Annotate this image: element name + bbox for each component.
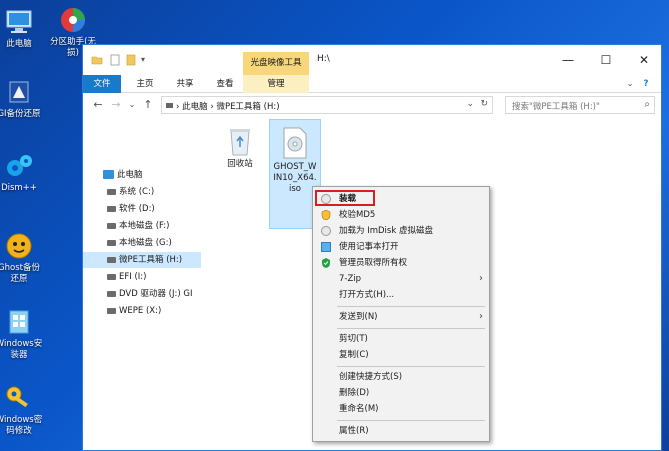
new-folder-icon[interactable] xyxy=(125,54,137,66)
context-menu: 装载 校验MD5 加载为 ImDisk 虚拟磁盘 使用记事本打开 管理员取得所有… xyxy=(312,186,490,442)
drive-icon xyxy=(107,240,116,246)
recent-dropdown-icon[interactable]: ⌄ xyxy=(125,98,139,112)
menu-item-open-notepad[interactable]: 使用记事本打开 xyxy=(315,239,487,255)
nav-item-drive-x[interactable]: WEPE (X:) xyxy=(83,303,201,319)
menu-item-delete[interactable]: 删除(D) xyxy=(315,385,487,401)
menu-item-7zip[interactable]: 7-Zip › xyxy=(315,271,487,287)
context-tab-group: 光盘映像工具 xyxy=(243,52,309,75)
menu-item-take-ownership[interactable]: 管理员取得所有权 xyxy=(315,255,487,271)
mount-highlight-box xyxy=(315,190,375,206)
menu-item-rename[interactable]: 重命名(M) xyxy=(315,401,487,417)
recycle-bin-icon xyxy=(230,129,250,156)
file-item-recycle-bin[interactable]: 回收站 xyxy=(215,125,265,170)
back-arrow-icon[interactable]: ← xyxy=(91,98,105,112)
drive-icon xyxy=(107,206,116,212)
refresh-icon[interactable]: ↻ xyxy=(480,99,488,109)
breadcrumb-this-pc[interactable]: 此电脑 xyxy=(182,102,208,112)
nav-item-drive-h[interactable]: 微PE工具箱 (H:) xyxy=(83,252,201,268)
desktop-icon-ghost[interactable]: Ghost备份还原 xyxy=(0,232,44,285)
address-bar[interactable]: › 此电脑 › 微PE工具箱 (H:) ⌄ ↻ xyxy=(161,96,493,114)
menu-item-properties[interactable]: 属性(R) xyxy=(315,423,487,439)
desktop-icon-backup-restore[interactable]: GI备份还原 xyxy=(0,78,44,120)
up-arrow-icon[interactable]: ↑ xyxy=(141,98,155,112)
nav-item-drive-d[interactable]: 软件 (D:) xyxy=(83,201,201,217)
tab-file[interactable]: 文件 xyxy=(83,75,121,93)
maximize-button[interactable]: ☐ xyxy=(587,45,625,75)
submenu-arrow-icon: › xyxy=(479,311,483,322)
search-icon: ⌕ xyxy=(644,99,650,110)
window-title: H:\ xyxy=(317,54,330,64)
menu-item-copy[interactable]: 复制(C) xyxy=(315,347,487,363)
forward-arrow-icon[interactable]: → xyxy=(109,98,123,112)
search-placeholder: 搜索"微PE工具箱 (H:)" xyxy=(512,102,600,112)
drive-icon xyxy=(107,308,116,314)
properties-icon[interactable] xyxy=(109,54,121,66)
nav-item-drive-j[interactable]: DVD 驱动器 (J:) GI xyxy=(83,286,201,302)
breadcrumb: › 此电脑 › 微PE工具箱 (H:) xyxy=(176,100,280,112)
notepad-icon xyxy=(321,242,331,252)
nav-item-drive-f[interactable]: 本地磁盘 (F:) xyxy=(83,218,201,234)
shield-icon xyxy=(321,210,331,220)
drive-icon xyxy=(107,189,116,195)
tab-view[interactable]: 查看 xyxy=(207,75,243,93)
computer-icon xyxy=(103,170,114,179)
partition-tool-icon xyxy=(61,8,85,32)
menu-separator xyxy=(337,328,485,329)
nav-item-drive-c[interactable]: 系统 (C:) xyxy=(83,184,201,200)
address-dropdown-icon[interactable]: ⌄ xyxy=(466,99,474,109)
ribbon-expand-icon[interactable]: ⌄ xyxy=(623,75,637,93)
menu-item-open-with[interactable]: 打开方式(H)... xyxy=(315,287,487,303)
drive-icon xyxy=(107,223,116,229)
search-input[interactable]: 搜索"微PE工具箱 (H:)" ⌕ xyxy=(505,96,655,114)
help-icon[interactable]: ? xyxy=(639,75,653,93)
desktop-icon-this-pc[interactable]: 此电脑 xyxy=(0,8,44,50)
dvd-drive-icon xyxy=(107,291,116,297)
drive-icon xyxy=(107,274,116,280)
backup-restore-icon xyxy=(9,81,29,103)
menu-item-imdisk[interactable]: 加载为 ImDisk 虚拟磁盘 xyxy=(315,223,487,239)
disc-icon xyxy=(321,226,331,236)
tab-manage[interactable]: 管理 xyxy=(243,75,309,93)
disc-image-icon xyxy=(283,127,307,159)
ribbon-tabs: 文件 主页 共享 查看 管理 ⌄ ? xyxy=(83,75,661,93)
nav-item-drive-i[interactable]: EFI (I:) xyxy=(83,269,201,285)
tab-home[interactable]: 主页 xyxy=(127,75,163,93)
nav-item-drive-g[interactable]: 本地磁盘 (G:) xyxy=(83,235,201,251)
navigation-pane: 此电脑 系统 (C:) 软件 (D:) 本地磁盘 (F:) 本地磁盘 (G:) … xyxy=(83,117,201,450)
folder-icon xyxy=(91,56,103,65)
menu-separator xyxy=(337,366,485,367)
key-icon xyxy=(6,386,28,408)
title-bar[interactable]: ▾ 光盘映像工具 H:\ — ☐ ✕ xyxy=(83,45,661,75)
shield-check-icon xyxy=(322,258,330,268)
menu-separator xyxy=(337,420,485,421)
menu-item-create-shortcut[interactable]: 创建快捷方式(S) xyxy=(315,369,487,385)
menu-item-verify-md5[interactable]: 校验MD5 xyxy=(315,207,487,223)
desktop-icon-password[interactable]: Windows密码修改 xyxy=(0,384,44,437)
tab-share[interactable]: 共享 xyxy=(167,75,203,93)
menu-item-send-to[interactable]: 发送到(N) › xyxy=(315,309,487,325)
drive-icon xyxy=(107,257,116,263)
close-button[interactable]: ✕ xyxy=(625,45,661,75)
windows-installer-icon xyxy=(9,310,29,334)
computer-icon xyxy=(6,10,32,33)
submenu-arrow-icon: › xyxy=(479,273,483,284)
quick-access-dropdown-icon[interactable]: ▾ xyxy=(141,54,153,66)
menu-item-cut[interactable]: 剪切(T) xyxy=(315,331,487,347)
desktop-icon-windows-installer[interactable]: Windows安装器 xyxy=(0,308,44,361)
menu-separator xyxy=(337,306,485,307)
desktop-icon-dism[interactable]: Dism++ xyxy=(0,152,44,194)
nav-item-this-pc[interactable]: 此电脑 xyxy=(83,167,201,183)
desktop: 此电脑 分区助手(无损) GI备份还原 Dism++ Ghost备份还原 Win… xyxy=(0,0,96,451)
drive-small-icon xyxy=(166,103,173,108)
gears-icon xyxy=(7,155,32,176)
ghost-icon xyxy=(6,233,32,259)
breadcrumb-drive[interactable]: 微PE工具箱 (H:) xyxy=(216,102,279,112)
minimize-button[interactable]: — xyxy=(549,45,587,75)
address-row: ← → ⌄ ↑ › 此电脑 › 微PE工具箱 (H:) ⌄ ↻ 搜索"微PE工具… xyxy=(83,93,661,117)
